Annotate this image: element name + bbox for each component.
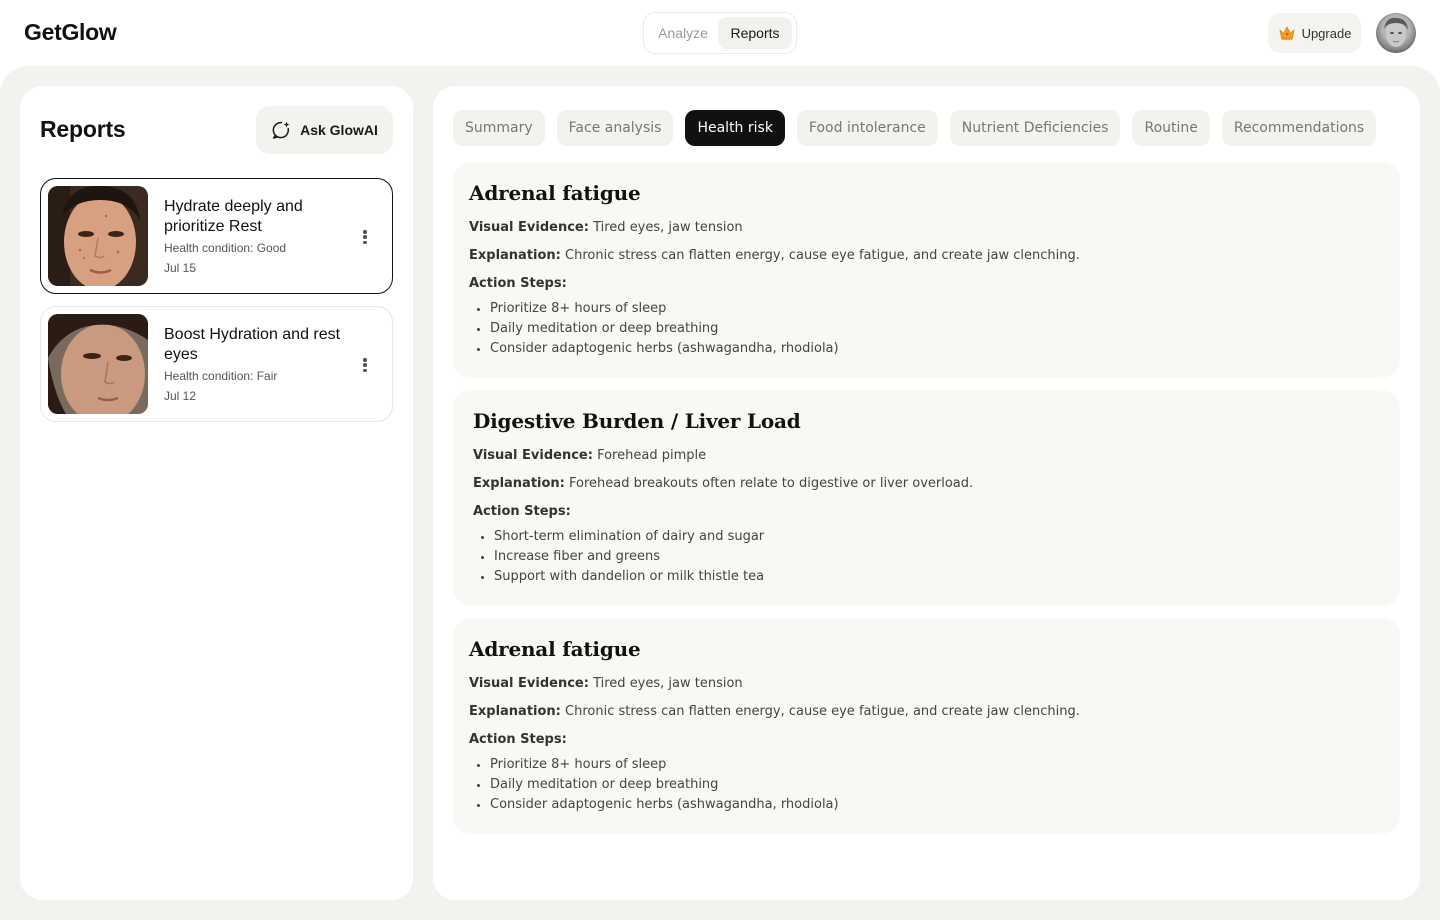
tab-summary[interactable]: Summary [453, 110, 545, 146]
report-date: Jul 12 [164, 389, 197, 403]
explanation: Explanation: Forehead breakouts often re… [473, 475, 1384, 493]
action-steps-list: Short-term elimination of dairy and suga… [473, 527, 1384, 587]
more-options-icon[interactable] [358, 227, 372, 247]
explanation: Explanation: Chronic stress can flatten … [469, 703, 1384, 721]
visual-evidence-value: Tired eyes, jaw tension [593, 676, 743, 691]
avatar-face-icon [1384, 17, 1408, 47]
reports-tab[interactable]: Reports [718, 17, 792, 49]
visual-evidence-label: Visual Evidence: [469, 220, 589, 235]
report-tabs: Summary Face analysis Health risk Food i… [453, 110, 1377, 146]
risk-title: Digestive Burden / Liver Load [473, 409, 801, 433]
explanation-value: Forehead breakouts often relate to diges… [569, 476, 974, 491]
upgrade-button[interactable]: Upgrade [1268, 13, 1361, 53]
report-card[interactable]: Hydrate deeply and prioritize Rest Healt… [40, 178, 393, 294]
more-options-icon[interactable] [358, 355, 372, 375]
ask-glowai-button[interactable]: Ask GlowAI [256, 106, 393, 154]
ask-glowai-label: Ask GlowAI [300, 122, 378, 138]
action-step: Short-term elimination of dairy and suga… [481, 527, 1384, 547]
sparkle-chat-icon [272, 121, 290, 139]
explanation: Explanation: Chronic stress can flatten … [469, 247, 1384, 265]
action-step: Consider adaptogenic herbs (ashwagandha,… [477, 339, 1384, 359]
user-avatar[interactable] [1376, 13, 1416, 53]
explanation-label: Explanation: [469, 704, 561, 719]
visual-evidence-value: Forehead pimple [597, 448, 707, 463]
reports-sidebar: Reports Ask GlowAI Hydrate deeply and pr… [20, 86, 413, 900]
visual-evidence-label: Visual Evidence: [473, 448, 593, 463]
action-step: Support with dandelion or milk thistle t… [481, 567, 1384, 587]
report-title: Hydrate deeply and prioritize Rest [164, 198, 303, 235]
action-step: Prioritize 8+ hours of sleep [477, 299, 1384, 319]
action-steps-label: Action Steps: [469, 732, 567, 747]
action-steps-heading: Action Steps: [469, 731, 1384, 749]
risk-title: Adrenal fatigue [469, 637, 641, 661]
visual-evidence: Visual Evidence: Forehead pimple [473, 447, 1384, 465]
action-step: Daily meditation or deep breathing [477, 775, 1384, 795]
report-thumbnail [48, 314, 148, 414]
health-risk-card: Digestive Burden / Liver Load Visual Evi… [453, 390, 1400, 606]
tab-routine[interactable]: Routine [1132, 110, 1210, 146]
crown-icon [1279, 26, 1294, 40]
action-step: Consider adaptogenic herbs (ashwagandha,… [477, 795, 1384, 815]
visual-evidence-value: Tired eyes, jaw tension [593, 220, 743, 235]
visual-evidence: Visual Evidence: Tired eyes, jaw tension [469, 219, 1384, 237]
tab-recommendations[interactable]: Recommendations [1221, 110, 1377, 146]
risk-title: Adrenal fatigue [469, 181, 641, 205]
action-step: Prioritize 8+ hours of sleep [477, 755, 1384, 775]
tab-health-risk[interactable]: Health risk [685, 110, 785, 146]
reports-title: Reports [40, 116, 126, 142]
action-steps-list: Prioritize 8+ hours of sleep Daily medit… [469, 299, 1384, 359]
report-thumbnail [48, 186, 148, 286]
explanation-label: Explanation: [473, 476, 565, 491]
top-bar: GetGlow Analyze Reports Upgrade [0, 0, 1440, 66]
report-title: Boost Hydration and rest eyes [164, 326, 341, 363]
tab-food-intolerance[interactable]: Food intolerance [796, 110, 938, 146]
report-detail-panel: Summary Face analysis Health risk Food i… [433, 86, 1420, 900]
action-steps-heading: Action Steps: [469, 275, 1384, 293]
analyze-tab[interactable]: Analyze [648, 17, 718, 49]
report-date: Jul 15 [164, 261, 197, 275]
action-steps-label: Action Steps: [473, 504, 571, 519]
action-step: Daily meditation or deep breathing [477, 319, 1384, 339]
upgrade-label: Upgrade [1301, 25, 1352, 41]
tab-face-analysis[interactable]: Face analysis [556, 110, 674, 146]
report-health-condition: Health condition: Fair [164, 369, 278, 383]
action-steps-label: Action Steps: [469, 276, 567, 291]
action-steps-heading: Action Steps: [473, 503, 1384, 521]
explanation-value: Chronic stress can flatten energy, cause… [565, 248, 1080, 263]
health-risk-card: Adrenal fatigue Visual Evidence: Tired e… [453, 618, 1400, 834]
tab-nutrient-deficiencies[interactable]: Nutrient Deficiencies [949, 110, 1121, 146]
app-logo[interactable]: GetGlow [24, 19, 117, 46]
view-switcher: Analyze Reports [643, 12, 797, 54]
explanation-label: Explanation: [469, 248, 561, 263]
report-health-condition: Health condition: Good [164, 241, 287, 255]
visual-evidence: Visual Evidence: Tired eyes, jaw tension [469, 675, 1384, 693]
health-risk-card: Adrenal fatigue Visual Evidence: Tired e… [453, 162, 1400, 378]
visual-evidence-label: Visual Evidence: [469, 676, 589, 691]
explanation-value: Chronic stress can flatten energy, cause… [565, 704, 1080, 719]
report-card[interactable]: Boost Hydration and rest eyes Health con… [40, 306, 393, 422]
action-steps-list: Prioritize 8+ hours of sleep Daily medit… [469, 755, 1384, 815]
action-step: Increase fiber and greens [481, 547, 1384, 567]
